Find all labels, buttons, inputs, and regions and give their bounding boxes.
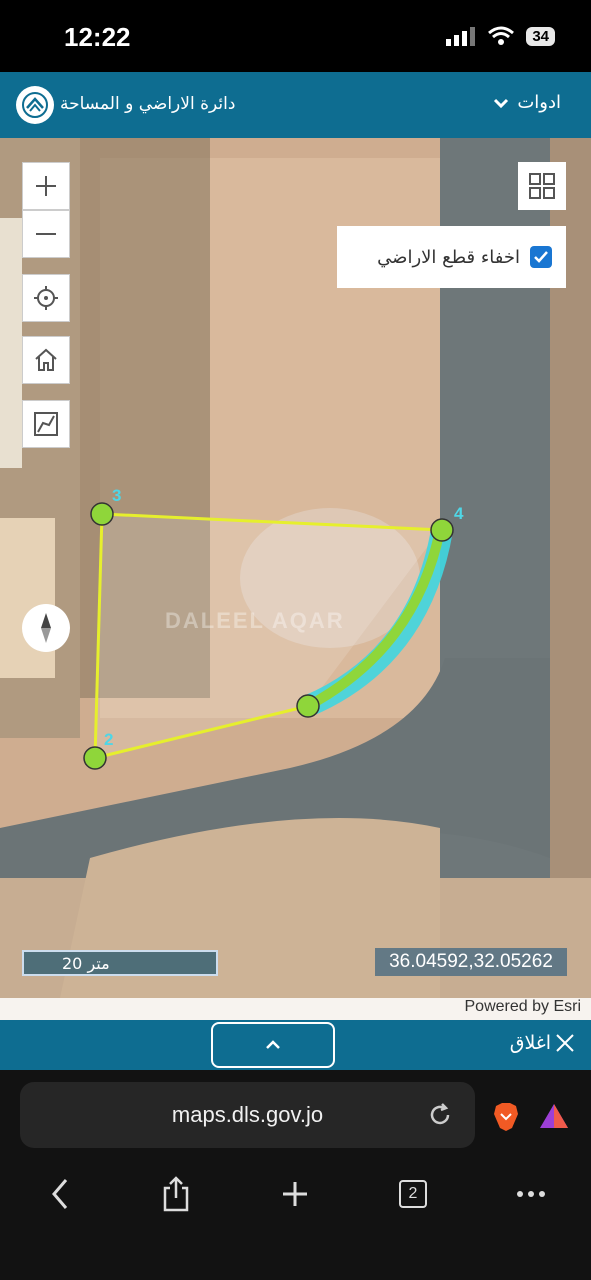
expand-panel-button[interactable] bbox=[211, 1022, 335, 1068]
map-attribution: Powered by Esri bbox=[0, 998, 591, 1020]
layers-button[interactable] bbox=[518, 162, 566, 210]
status-bar: 12:22 34 bbox=[0, 0, 591, 72]
new-tab-button[interactable] bbox=[275, 1174, 315, 1214]
hide-parcels-label: اخفاء قطع الاراضي bbox=[377, 246, 520, 268]
url-text: maps.dls.gov.jo bbox=[171, 1102, 324, 1127]
crosshair-icon bbox=[34, 286, 58, 310]
zoom-out-button[interactable] bbox=[22, 210, 70, 258]
status-time: 12:22 bbox=[64, 22, 131, 52]
status-icons: 34 bbox=[446, 26, 555, 46]
measure-button[interactable] bbox=[22, 400, 70, 448]
share-icon bbox=[163, 1176, 189, 1212]
reload-icon[interactable] bbox=[427, 1102, 453, 1128]
close-button[interactable]: اغلاق bbox=[510, 1032, 575, 1054]
app-title: دائرة الاراضي و المساحة bbox=[60, 94, 236, 114]
share-button[interactable] bbox=[156, 1174, 196, 1214]
watermark: DALEEL AQAR bbox=[165, 608, 345, 633]
grid-layers-icon bbox=[529, 173, 555, 199]
bottom-panel-bar: اغلاق bbox=[0, 1020, 591, 1070]
scale-bar: 20 متر bbox=[22, 950, 218, 976]
vertex-label: 2 bbox=[104, 730, 114, 749]
hide-parcels-checkbox[interactable] bbox=[530, 246, 552, 268]
chevron-down-icon bbox=[494, 98, 509, 108]
tools-menu[interactable]: ادوات bbox=[493, 92, 561, 113]
locate-button[interactable] bbox=[22, 274, 70, 322]
app-header: دائرة الاراضي و المساحة ادوات bbox=[0, 72, 591, 138]
dls-logo bbox=[16, 86, 54, 124]
hide-parcels-toggle[interactable]: اخفاء قطع الاراضي bbox=[337, 226, 566, 288]
plus-icon bbox=[36, 176, 56, 196]
wifi-icon bbox=[488, 26, 515, 45]
home-icon bbox=[35, 348, 57, 371]
map-view[interactable]: DALEEL AQAR 3 2 4 اخفاء قطع الاراضي 20 م… bbox=[0, 138, 591, 1020]
address-bar[interactable]: maps.dls.gov.jo bbox=[20, 1082, 475, 1148]
minus-icon bbox=[36, 233, 56, 235]
rewards-triangle-icon[interactable] bbox=[538, 1102, 570, 1130]
close-icon bbox=[556, 1034, 574, 1052]
measure-icon bbox=[34, 412, 58, 436]
more-dots-icon bbox=[517, 1191, 545, 1197]
compass-icon bbox=[41, 613, 51, 643]
zoom-in-button[interactable] bbox=[22, 162, 70, 210]
back-button[interactable] bbox=[40, 1174, 80, 1214]
tools-menu-label: ادوات bbox=[517, 92, 561, 113]
logo-emblem-icon bbox=[22, 92, 48, 118]
signal-icon bbox=[446, 27, 476, 46]
vertex-label: 4 bbox=[454, 504, 464, 523]
more-menu-button[interactable] bbox=[511, 1174, 551, 1214]
battery-indicator: 34 bbox=[526, 26, 555, 46]
checkmark-icon bbox=[534, 251, 548, 263]
browser-chrome: maps.dls.gov.jo 2 bbox=[0, 1070, 591, 1280]
home-button[interactable] bbox=[22, 336, 70, 384]
coordinates-readout: 36.04592,32.05262 bbox=[375, 948, 567, 976]
plus-icon bbox=[283, 1182, 307, 1206]
brave-shield-icon[interactable] bbox=[492, 1102, 520, 1132]
close-label: اغلاق bbox=[509, 1032, 551, 1054]
chevron-up-icon bbox=[266, 1040, 280, 1049]
back-arrow-icon bbox=[52, 1179, 68, 1209]
tabs-button[interactable]: 2 bbox=[393, 1174, 433, 1214]
browser-nav-row: 2 bbox=[0, 1174, 591, 1214]
compass-button[interactable] bbox=[22, 604, 70, 652]
tab-count: 2 bbox=[399, 1180, 427, 1208]
vertex-label: 3 bbox=[112, 486, 122, 505]
